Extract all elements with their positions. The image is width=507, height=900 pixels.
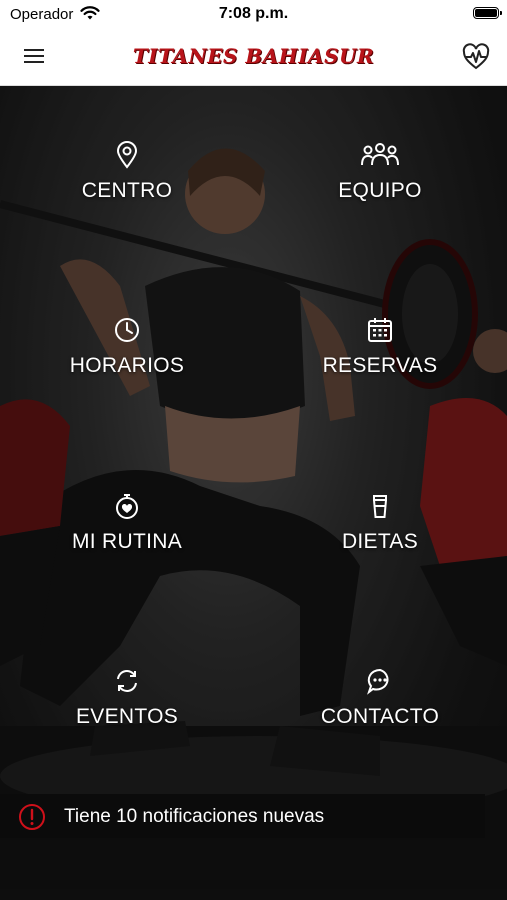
- clock-time: 7:08 p.m.: [218, 5, 289, 22]
- main-menu-background: CENTRO EQUIPO HORARIOS RESERVAS MI RUTIN…: [0, 86, 507, 900]
- menu-label-centro: CENTRO: [81, 179, 173, 202]
- alert-circle-icon: [19, 804, 45, 830]
- shaker-icon: [373, 495, 387, 518]
- menu-label-contacto: CONTACTO: [320, 705, 440, 728]
- menu-tile-equipo[interactable]: EQUIPO: [280, 141, 480, 221]
- menu-tile-dietas[interactable]: DIETAS: [280, 492, 480, 572]
- menu-label-horarios: HORARIOS: [69, 354, 185, 377]
- battery-icon: [473, 7, 502, 19]
- clock-icon: [115, 318, 139, 342]
- refresh-icon: [117, 670, 137, 692]
- menu-label-equipo: EQUIPO: [338, 179, 422, 202]
- menu-label-eventos: EVENTOS: [75, 705, 179, 728]
- menu-tile-eventos[interactable]: EVENTOS: [27, 667, 227, 747]
- notifications-banner[interactable]: Tiene 10 notificaciones nuevas: [0, 794, 485, 838]
- calendar-icon: [368, 318, 392, 342]
- app-title-logo: TITANES BAHIASUR: [132, 44, 375, 68]
- stopwatch-heart-icon: [116, 494, 138, 519]
- group-icon: [361, 143, 399, 166]
- menu-tile-horarios[interactable]: HORARIOS: [27, 316, 227, 396]
- menu-tile-mi-rutina[interactable]: MI RUTINA: [27, 492, 227, 572]
- menu-tile-contacto[interactable]: CONTACTO: [280, 667, 480, 747]
- heart-pulse-icon[interactable]: [461, 42, 491, 72]
- top-navigation-bar: TITANES BAHIASUR: [0, 30, 507, 86]
- status-bar: Operador 7:08 p.m.: [0, 0, 507, 30]
- menu-label-reservas: RESERVAS: [322, 354, 438, 377]
- notifications-text: Tiene 10 notificaciones nuevas: [64, 806, 325, 827]
- menu-label-mi-rutina: MI RUTINA: [71, 530, 183, 553]
- menu-tile-reservas[interactable]: RESERVAS: [280, 316, 480, 396]
- chat-bubble-icon: [367, 668, 389, 695]
- menu-tile-centro[interactable]: CENTRO: [27, 141, 227, 221]
- map-pin-icon: [116, 141, 138, 169]
- menu-label-dietas: DIETAS: [341, 530, 419, 553]
